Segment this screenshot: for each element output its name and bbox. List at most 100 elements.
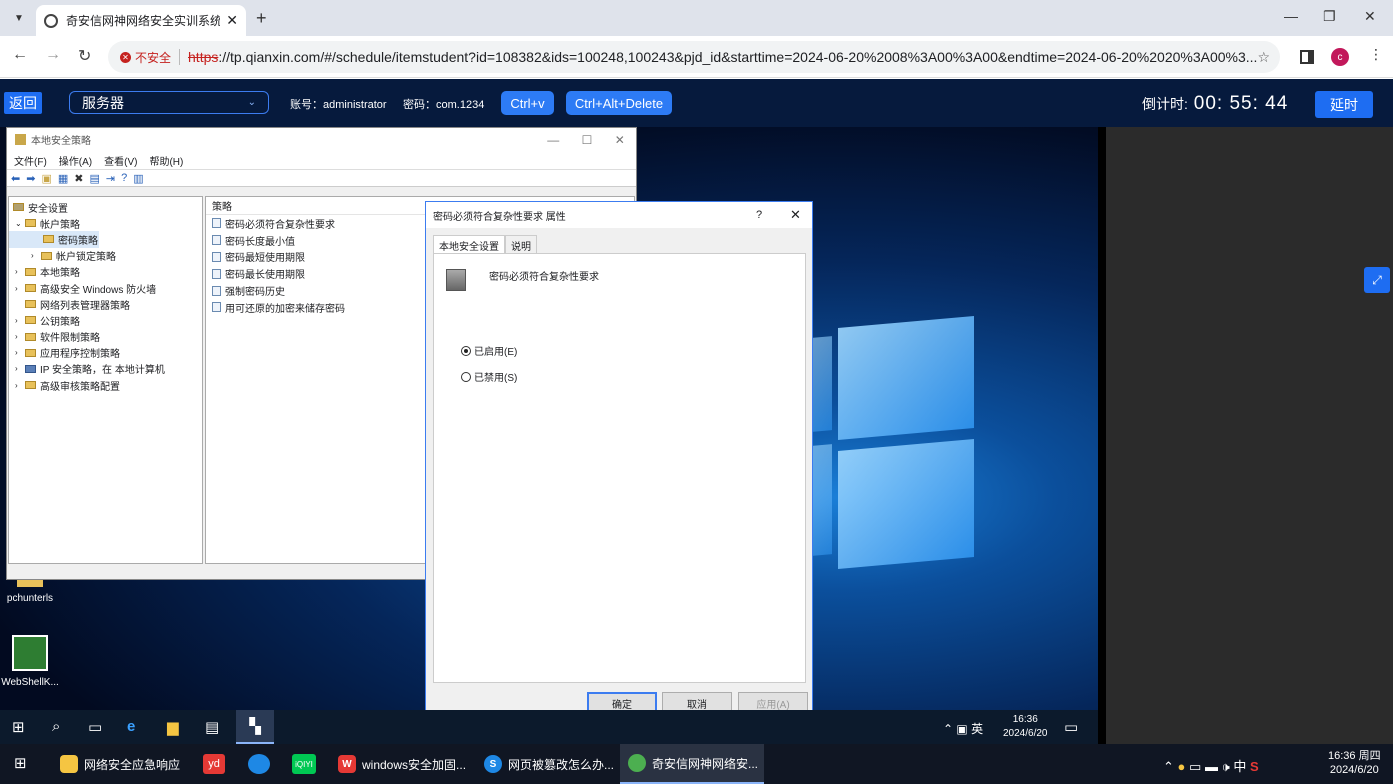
- ctrl-v-button[interactable]: Ctrl+v: [501, 91, 554, 115]
- ctrl-alt-delete-button[interactable]: Ctrl+Alt+Delete: [566, 91, 672, 115]
- file-explorer-icon[interactable]: ▆: [167, 718, 179, 736]
- forward-arrow-icon[interactable]: →: [45, 46, 61, 64]
- dialog-close-button[interactable]: ✕: [790, 207, 801, 223]
- tab-explain[interactable]: 说明: [505, 235, 537, 253]
- disabled-radio[interactable]: 已禁用(S): [461, 369, 517, 384]
- back-arrow-icon[interactable]: ←: [12, 46, 28, 64]
- tree-item-software-restriction[interactable]: › 软件限制策略: [9, 329, 202, 345]
- menu-help[interactable]: 帮助(H): [149, 153, 183, 168]
- taskbar-item-chrome-qianxin[interactable]: 奇安信网神网络安...: [620, 744, 764, 784]
- enabled-label: 已启用(E): [474, 347, 518, 358]
- forward-icon[interactable]: ➡: [26, 172, 35, 185]
- dialog-tabs: 本地安全设置 说明: [433, 235, 537, 254]
- tree-item-label: 高级审核策略配置: [40, 381, 120, 393]
- mmc-toolbar: ⬅ ➡ ▣ ▦ ✖ ▤ ⇥ ? ▥: [7, 169, 636, 187]
- tree-item-audit-policy[interactable]: › 高级审核策略配置: [9, 377, 202, 393]
- youdao-icon[interactable]: yd: [203, 754, 225, 774]
- menu-view[interactable]: 查看(V): [104, 153, 137, 168]
- tray-chevron-icon[interactable]: ⌃: [1163, 759, 1174, 774]
- tree-item-public-key[interactable]: › 公钥策略: [9, 312, 202, 328]
- enabled-radio[interactable]: 已启用(E): [461, 343, 517, 358]
- dialog-help-button[interactable]: ?: [756, 209, 762, 221]
- bookmark-star-icon[interactable]: ☆: [1257, 49, 1270, 66]
- policy-tree: 安全设置 ⌄ 帐户策略 密码策略 › 帐户锁定策略 › 本地策略 › 高级安全 Wind…: [8, 196, 203, 564]
- tree-item-app-control[interactable]: › 应用程序控制策略: [9, 345, 202, 361]
- tree-item-security-settings[interactable]: 安全设置: [9, 199, 202, 215]
- taskbar-item-incident-response[interactable]: 网络安全应急响应: [52, 744, 190, 784]
- tab-search-button[interactable]: ▼: [8, 7, 30, 29]
- up-folder-icon[interactable]: ▣: [41, 172, 51, 185]
- taskbar-item-label: windows安全加固...: [362, 757, 467, 772]
- menu-action[interactable]: 操作(A): [59, 153, 92, 168]
- show-tree-icon[interactable]: ▦: [58, 172, 68, 185]
- tree-item-label: 公钥策略: [40, 316, 80, 328]
- minimize-button[interactable]: —: [1284, 8, 1298, 24]
- tree-item-network-list[interactable]: 网络列表管理器策略: [9, 296, 202, 312]
- taskbar-item-webpage-tampered[interactable]: S 网页被篡改怎么办...: [476, 744, 616, 784]
- sogou-ime-icon[interactable]: S: [1250, 759, 1259, 774]
- mmc-menubar: 文件(F) 操作(A) 查看(V) 帮助(H): [7, 151, 636, 169]
- ime-indicator[interactable]: 中: [1233, 759, 1246, 774]
- display-icon[interactable]: ▭: [1189, 759, 1201, 774]
- host-time: 16:36 周四: [1328, 750, 1381, 762]
- mmc-minimize-button[interactable]: —: [547, 133, 559, 147]
- profile-avatar[interactable]: c: [1331, 48, 1349, 66]
- notification-icon[interactable]: ▭: [1064, 718, 1078, 736]
- chevron-down-icon: ⌄: [247, 97, 256, 108]
- host-clock[interactable]: 16:36 周四 2024/6/20: [1328, 749, 1381, 777]
- tree-item-label: 帐户锁定策略: [56, 252, 116, 264]
- menu-file[interactable]: 文件(F): [14, 153, 47, 168]
- windows-start-icon[interactable]: ⊞: [12, 718, 25, 736]
- server-select[interactable]: 服务器 ⌄: [69, 91, 269, 114]
- return-button[interactable]: 返回: [4, 92, 42, 114]
- volume-icon[interactable]: 🕩: [1222, 759, 1230, 774]
- tray-app-icon[interactable]: ●: [1178, 759, 1186, 774]
- expand-icon: ›: [15, 283, 18, 293]
- reload-icon[interactable]: ↻: [78, 46, 91, 66]
- mmc-close-button[interactable]: ✕: [615, 133, 625, 147]
- ie-icon[interactable]: e: [127, 718, 135, 735]
- window-close-button[interactable]: ✕: [1364, 8, 1376, 25]
- tray-chevron-icon[interactable]: ⌃: [943, 722, 953, 736]
- tree-item-firewall[interactable]: › 高级安全 Windows 防火墙: [9, 280, 202, 296]
- desktop-icon-label: pchunterls: [6, 593, 54, 604]
- delay-button[interactable]: 延时: [1315, 91, 1373, 118]
- server-manager-icon[interactable]: ▤: [205, 718, 219, 736]
- security-policy-taskbar-icon[interactable]: ▚: [236, 710, 274, 744]
- browser-tab-active[interactable]: 奇安信网神网络安全实训系统V ✕: [36, 5, 246, 36]
- network-icon[interactable]: ▣: [956, 722, 967, 736]
- remote-clock[interactable]: 16:36 2024/6/20: [1003, 713, 1048, 741]
- tree-item-password-policy[interactable]: 密码策略: [9, 231, 99, 248]
- radio-selected-icon: [461, 345, 471, 356]
- back-icon[interactable]: ⬅: [11, 172, 20, 185]
- task-view-icon[interactable]: ▭: [88, 718, 102, 736]
- security-indicator[interactable]: ✕ 不安全: [120, 49, 171, 66]
- taskbar-item-windows-hardening[interactable]: W windows安全加固...: [330, 744, 470, 784]
- expand-icon: ›: [15, 380, 18, 390]
- help-icon[interactable]: ?: [121, 172, 127, 184]
- sogou-browser-icon[interactable]: [248, 754, 270, 774]
- tab-close-icon[interactable]: ✕: [226, 12, 238, 29]
- properties-icon[interactable]: ▤: [89, 172, 99, 185]
- ime-indicator[interactable]: 英: [971, 722, 983, 736]
- address-bar[interactable]: ✕ 不安全 https ://tp.qianxin.com/#/schedule…: [108, 41, 1280, 73]
- tree-item-account-policies[interactable]: ⌄ 帐户策略: [9, 215, 202, 231]
- new-tab-button[interactable]: +: [256, 8, 267, 29]
- tree-item-ip-security[interactable]: › IP 安全策略，在 本地计算机: [9, 361, 202, 377]
- mmc-maximize-button[interactable]: ☐: [582, 133, 593, 147]
- windows-start-icon[interactable]: ⊞: [14, 754, 27, 772]
- view-icon[interactable]: ▥: [133, 172, 143, 185]
- search-icon[interactable]: ⌕: [52, 718, 60, 735]
- restore-button[interactable]: ❐: [1323, 8, 1336, 25]
- battery-icon[interactable]: ▬: [1205, 759, 1218, 774]
- delete-icon[interactable]: ✖: [74, 172, 83, 185]
- tab-local-security-setting[interactable]: 本地安全设置: [433, 235, 505, 254]
- tree-item-local-policies[interactable]: › 本地策略: [9, 264, 202, 280]
- fullscreen-icon[interactable]: ⤢: [1364, 267, 1390, 293]
- iqiyi-icon[interactable]: iQIYI: [292, 754, 316, 774]
- menu-kebab-icon[interactable]: ⋮: [1369, 46, 1383, 63]
- export-icon[interactable]: ⇥: [106, 172, 115, 185]
- side-panel-icon[interactable]: [1300, 50, 1314, 64]
- desktop-icon-webshellkill[interactable]: WebShellK...: [0, 635, 62, 688]
- tree-item-lockout-policy[interactable]: › 帐户锁定策略: [9, 248, 202, 264]
